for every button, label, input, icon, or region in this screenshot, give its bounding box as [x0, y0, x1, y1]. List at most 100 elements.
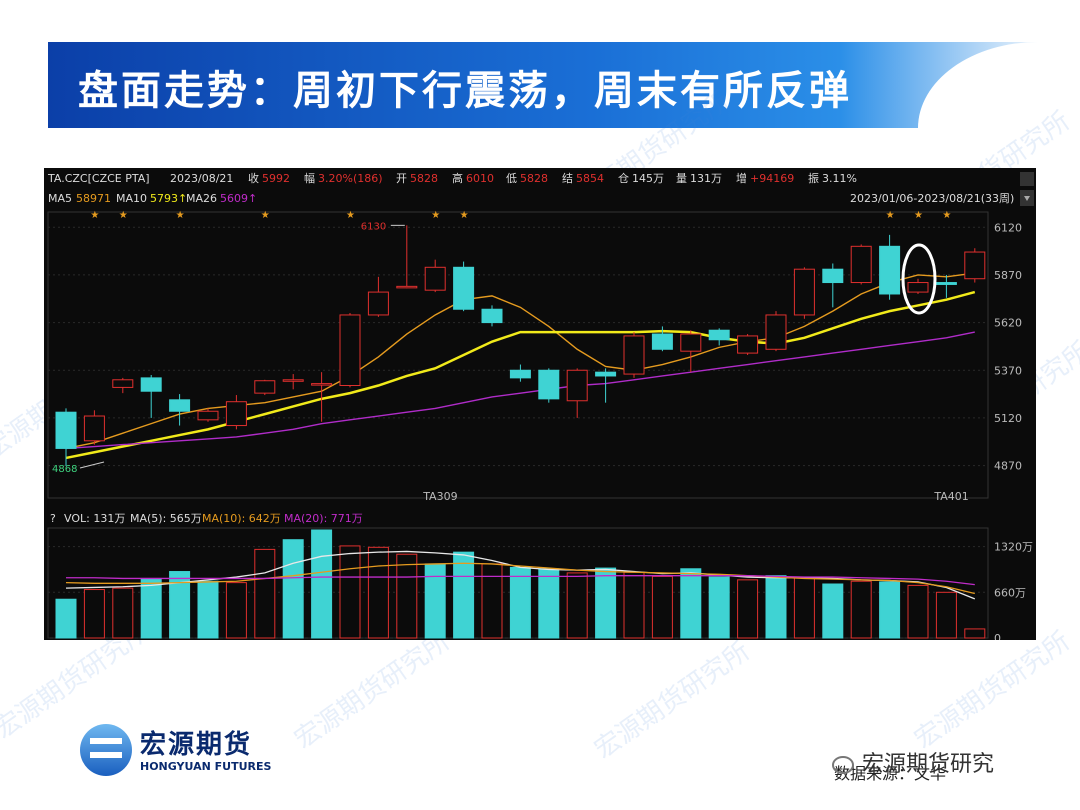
volume-bar [935, 591, 957, 639]
candle-body [509, 369, 531, 379]
candle-body [737, 335, 759, 354]
candle-body [850, 245, 872, 284]
candle-body [55, 411, 77, 449]
panel-toggle-icon[interactable] [1020, 172, 1034, 186]
candle-body [453, 266, 475, 310]
date-range: 2023/01/06-2023/08/21(33周) [850, 192, 1014, 205]
low-value: 5828 [520, 172, 548, 185]
change-label: 幅 [304, 172, 315, 185]
volume-tick-label: 1320万 [994, 541, 1033, 554]
volume-bar [765, 575, 787, 639]
volume-bar [453, 551, 475, 639]
chart-panel: TA.CZC[CZCE PTA] 2023/08/21 收 5992 幅 3.2… [44, 168, 1036, 645]
volume-ma10: MA(10): 642万 [202, 512, 281, 525]
candle-body [197, 410, 219, 421]
volume-bar [197, 580, 219, 639]
star-marker: ★ [176, 210, 185, 221]
scroll-arrow-icon[interactable] [1020, 190, 1034, 206]
volume-tick-label: 0 [994, 632, 1001, 640]
candle-body [538, 369, 560, 400]
contract-label: TA309 [422, 490, 457, 503]
ma5-value: 58971 [76, 192, 111, 205]
company-logo: 宏源期货 HONGYUAN FUTURES [80, 720, 280, 780]
price-y-ticks: 6120 5870 5620 5370 5120 4870 [994, 221, 1022, 472]
wechat-icon [832, 756, 854, 774]
star-marker: ★ [346, 210, 355, 221]
volume-bar [822, 583, 844, 639]
logo-mark-icon [80, 724, 132, 776]
candle-body [311, 383, 333, 386]
price-tick-label: 5370 [994, 364, 1022, 377]
open-label: 开 [396, 172, 407, 185]
candle-body [879, 245, 901, 295]
candle-body [169, 399, 191, 412]
star-marker: ★ [119, 210, 128, 221]
volume-bar [311, 529, 333, 639]
ma10-label: MA10 [116, 192, 147, 205]
volume-bar [595, 567, 617, 639]
volume-bar [83, 589, 105, 639]
open-value: 5828 [410, 172, 438, 185]
candles [55, 225, 986, 466]
volume-help-icon[interactable]: ? [50, 512, 56, 525]
volume-bar [680, 568, 702, 639]
candle-body [424, 266, 446, 291]
wechat-tag: 宏源期货研究 [832, 746, 994, 778]
page-title: 盘面走势：周初下行震荡，周末有所反弹 [78, 68, 852, 114]
oi-chg-value: +94169 [750, 172, 794, 185]
oi-chg-label: 增 [736, 171, 747, 185]
candle-body [83, 415, 105, 442]
star-marker: ★ [431, 210, 440, 221]
candle-body [964, 251, 986, 280]
volume-bar [367, 546, 389, 639]
candle-body [623, 335, 645, 375]
ma5-label: MA5 [48, 192, 72, 205]
volume-bar [623, 571, 645, 639]
volume-bar [112, 587, 134, 639]
settle-label: 结 [562, 172, 573, 185]
star-marker: ★ [886, 210, 895, 221]
volume-bar [964, 628, 986, 639]
candle-body [680, 333, 702, 352]
star-marker: ★ [914, 210, 923, 221]
watermark: 宏源期货研究所 [289, 626, 456, 756]
star-marker: ★ [460, 210, 469, 221]
amp-value: 3.11% [822, 172, 857, 185]
highlight-circle [901, 243, 937, 315]
volume-bar [879, 581, 901, 639]
settle-value: 5854 [576, 172, 604, 185]
volume-bar [140, 577, 162, 639]
high-annotation: 6130 [361, 221, 386, 232]
low-label: 低 [506, 172, 517, 185]
wechat-label: 宏源期货研究 [862, 752, 995, 777]
price-tick-label: 4870 [994, 460, 1022, 473]
candle-body [339, 314, 361, 387]
low-annotation: 4868 [52, 464, 77, 475]
contract-label: TA401 [933, 490, 968, 503]
candle-body [396, 285, 418, 289]
volume-bar [225, 582, 247, 639]
star-marker: ★ [261, 210, 270, 221]
oi-value: 145万 [632, 172, 664, 185]
symbol: TA.CZC[CZCE PTA] [47, 172, 150, 185]
volume-bar [424, 563, 446, 639]
volume-bar [282, 539, 304, 639]
candle-body [651, 333, 673, 350]
candle-body [566, 369, 588, 402]
volume-bar [737, 579, 759, 639]
volume-bar [651, 575, 673, 639]
amp-label: 振 [808, 171, 819, 185]
ma26-value: 5609↑ [220, 192, 257, 205]
kline-chart: TA.CZC[CZCE PTA] 2023/08/21 收 5992 幅 3.2… [47, 171, 1034, 645]
close-value: 5992 [262, 172, 290, 185]
candle-body [254, 380, 276, 394]
volume-bar [509, 566, 531, 639]
price-tick-label: 5120 [994, 412, 1022, 425]
ma26-label: MA26 [186, 192, 217, 205]
price-tick-label: 5870 [994, 269, 1022, 282]
candle-body [793, 268, 815, 316]
volume-bar [907, 584, 929, 639]
price-tick-label: 6120 [994, 221, 1022, 234]
price-tick-label: 5620 [994, 317, 1022, 330]
watermark: 宏源期货研究所 [909, 626, 1076, 756]
